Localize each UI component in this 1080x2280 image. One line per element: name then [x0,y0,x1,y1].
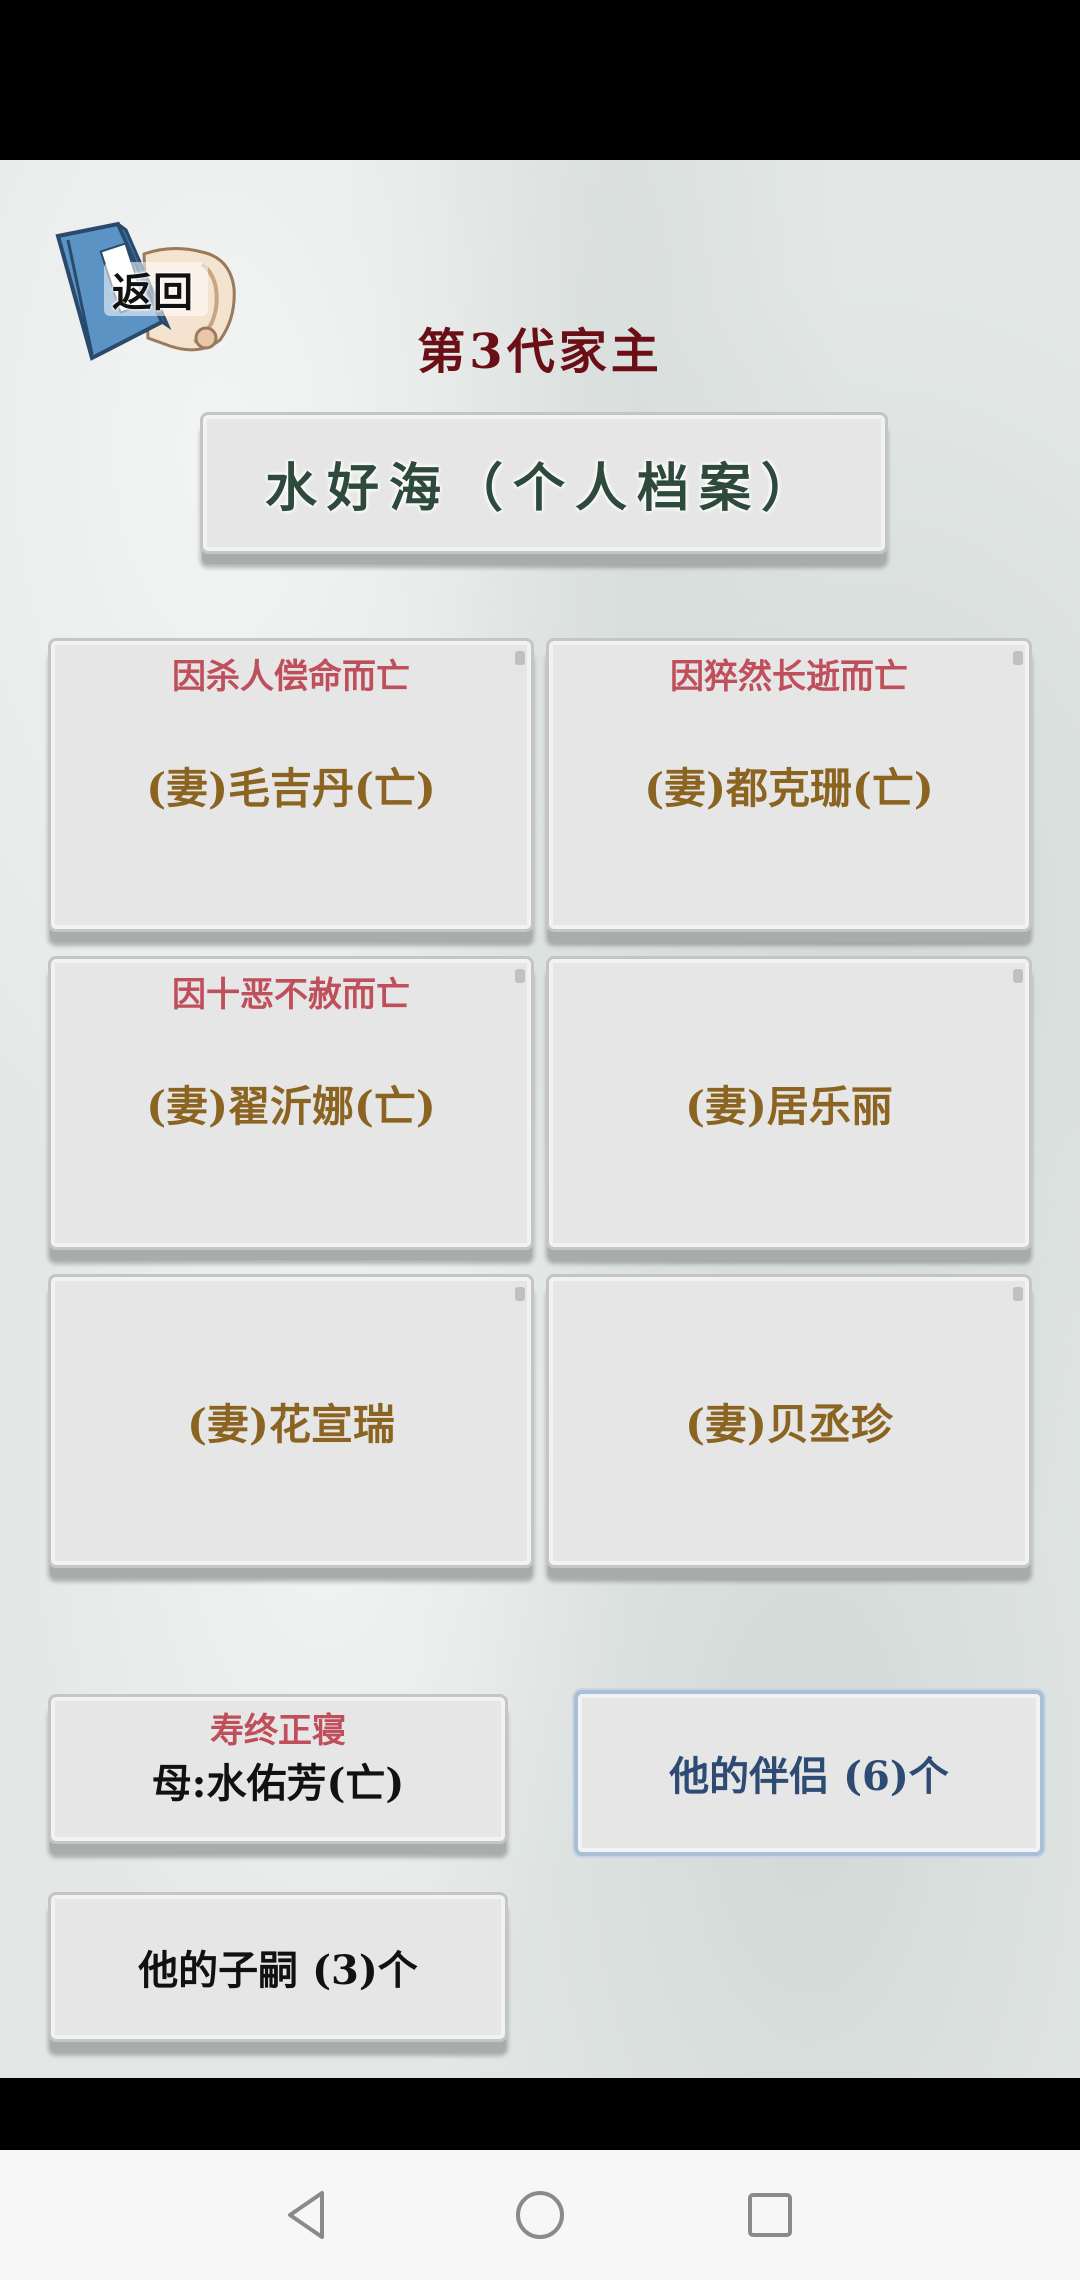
home-circle-icon [516,2191,564,2239]
mother-death-cause: 寿终正寝 [210,1711,346,1751]
spouse-name: (妻)都克珊(亡) [644,763,934,813]
person-title: 水好海（个人档案） [264,457,823,519]
nav-back-button[interactable] [278,2185,338,2245]
nav-recents-button[interactable] [740,2185,800,2245]
spouse-name: (妻)花宣瑞 [187,1399,395,1449]
spouse-card[interactable]: (妻)贝丞珍 [546,1274,1032,1568]
back-button-label: 返回 [112,270,194,316]
partners-button[interactable]: 他的伴侣 (6)个 [574,1690,1044,1856]
status-bar [0,0,1080,160]
children-button-label: 他的子嗣 (3)个 [138,1947,418,1994]
system-navigation-bar [0,2150,1080,2280]
spouse-name: (妻)居乐丽 [685,1081,893,1131]
bottom-letterbox [0,2078,1080,2150]
spouse-name: (妻)贝丞珍 [685,1399,893,1449]
partners-button-label: 他的伴侣 (6)个 [669,1753,949,1800]
mother-name: 母:水佑芳(亡) [151,1760,405,1807]
spouse-name: (妻)毛吉丹(亡) [146,763,436,813]
spouse-card[interactable]: 因杀人偿命而亡 (妻)毛吉丹(亡) [48,638,534,932]
back-triangle-icon [288,2191,324,2239]
recents-square-icon [748,2193,792,2237]
mother-card[interactable]: 寿终正寝 母:水佑芳(亡) [48,1694,508,1844]
spouse-card[interactable]: (妻)花宣瑞 [48,1274,534,1568]
spouse-card[interactable]: (妻)居乐丽 [546,956,1032,1250]
children-button[interactable]: 他的子嗣 (3)个 [48,1892,508,2042]
spouse-card[interactable]: 因猝然长逝而亡 (妻)都克珊(亡) [546,638,1032,932]
spouse-card[interactable]: 因十恶不赦而亡 (妻)翟沂娜(亡) [48,956,534,1250]
generation-title: 第3代家主 [417,324,663,380]
nav-home-button[interactable] [510,2185,570,2245]
spouse-name: (妻)翟沂娜(亡) [146,1081,436,1131]
person-title-panel: 水好海（个人档案） [200,412,888,554]
